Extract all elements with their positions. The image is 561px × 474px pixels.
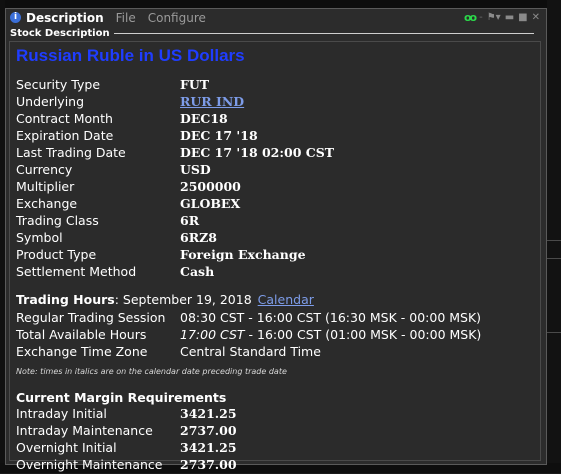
info-icon: i xyxy=(10,12,21,23)
stock-description-panel: Russian Ruble in US Dollars Security Typ… xyxy=(9,41,541,472)
trading-hours-label: Trading Hours xyxy=(16,292,115,307)
field-label: Settlement Method xyxy=(16,264,137,279)
margin-label: Intraday Initial xyxy=(16,406,107,421)
separator: - xyxy=(479,12,483,23)
field-value: DEC 17 '18 02:00 CST xyxy=(180,145,335,160)
field-value: DEC 17 '18 xyxy=(180,128,258,143)
minimize-icon[interactable]: ▬ xyxy=(505,12,514,23)
hours-label: Total Available Hours xyxy=(16,327,147,342)
hours-label: Exchange Time Zone xyxy=(16,344,148,359)
hours-value: 17:00 CST - 16:00 CST (01:00 MSK - 00:00… xyxy=(180,327,482,342)
hours-label: Regular Trading Session xyxy=(16,310,166,325)
field-label: Contract Month xyxy=(16,111,113,126)
field-value: GLOBEX xyxy=(180,196,241,211)
field-value: 6R xyxy=(180,213,200,228)
field-value: FUT xyxy=(180,77,210,92)
field-label: Underlying xyxy=(16,94,85,109)
margin-label: Overnight Initial xyxy=(16,440,117,455)
field-value: Cash xyxy=(180,264,215,279)
field-label: Expiration Date xyxy=(16,128,114,143)
section-header: Stock Description xyxy=(10,26,534,40)
close-icon[interactable]: ✕ xyxy=(532,12,540,23)
field-label: Security Type xyxy=(16,77,101,92)
italics-note: Note: times in italics are on the calend… xyxy=(16,367,287,376)
trading-hours-date: : September 19, 2018 xyxy=(114,292,252,307)
description-window: i Description File Configure oo - ⚑▾ ▬ ■… xyxy=(5,8,547,472)
trading-hours-line: Trading Hours: September 19, 2018 Calenda… xyxy=(16,292,314,307)
margin-label: Overnight Maintenance xyxy=(16,457,163,472)
field-label: Exchange xyxy=(16,196,78,211)
title-bar[interactable]: i Description File Configure oo - ⚑▾ ▬ ■… xyxy=(6,9,546,26)
margin-value: 3421.25 xyxy=(180,440,237,455)
margin-heading: Current Margin Requirements xyxy=(16,390,227,405)
instrument-heading: Russian Ruble in US Dollars xyxy=(16,46,245,65)
link-icon[interactable]: oo xyxy=(464,11,477,24)
field-value: 2500000 xyxy=(180,179,241,194)
section-header-label: Stock Description xyxy=(10,27,110,39)
margin-value: 3421.25 xyxy=(180,406,237,421)
field-value: Foreign Exchange xyxy=(180,247,306,262)
field-value: 6RZ8 xyxy=(180,230,217,245)
field-label: Currency xyxy=(16,162,73,177)
margin-label: Intraday Maintenance xyxy=(16,423,153,438)
window-title: Description xyxy=(26,10,104,25)
menu-configure[interactable]: Configure xyxy=(148,11,206,25)
menu-file[interactable]: File xyxy=(116,11,136,25)
field-label: Symbol xyxy=(16,230,63,245)
margin-value: 2737.00 xyxy=(180,457,237,472)
hours-value: Central Standard Time xyxy=(180,344,321,359)
margin-value: 2737.00 xyxy=(180,423,237,438)
background-app-strip xyxy=(0,0,561,8)
underlying-link[interactable]: RUR IND xyxy=(180,93,244,110)
calendar-link[interactable]: Calendar xyxy=(258,292,314,307)
field-label: Multiplier xyxy=(16,179,75,194)
flag-icon[interactable]: ⚑▾ xyxy=(487,12,501,23)
maximize-icon[interactable]: ■ xyxy=(518,12,527,23)
field-value: DEC18 xyxy=(180,111,228,126)
window-controls: oo - ⚑▾ ▬ ■ ✕ xyxy=(464,11,540,24)
background-app-panel xyxy=(547,0,561,473)
field-label: Last Trading Date xyxy=(16,145,126,160)
field-label: Product Type xyxy=(16,247,97,262)
field-label: Trading Class xyxy=(16,213,99,228)
field-value: USD xyxy=(180,162,211,177)
section-rule xyxy=(113,32,534,34)
hours-value: 08:30 CST - 16:00 CST (16:30 MSK - 00:00… xyxy=(180,310,482,325)
